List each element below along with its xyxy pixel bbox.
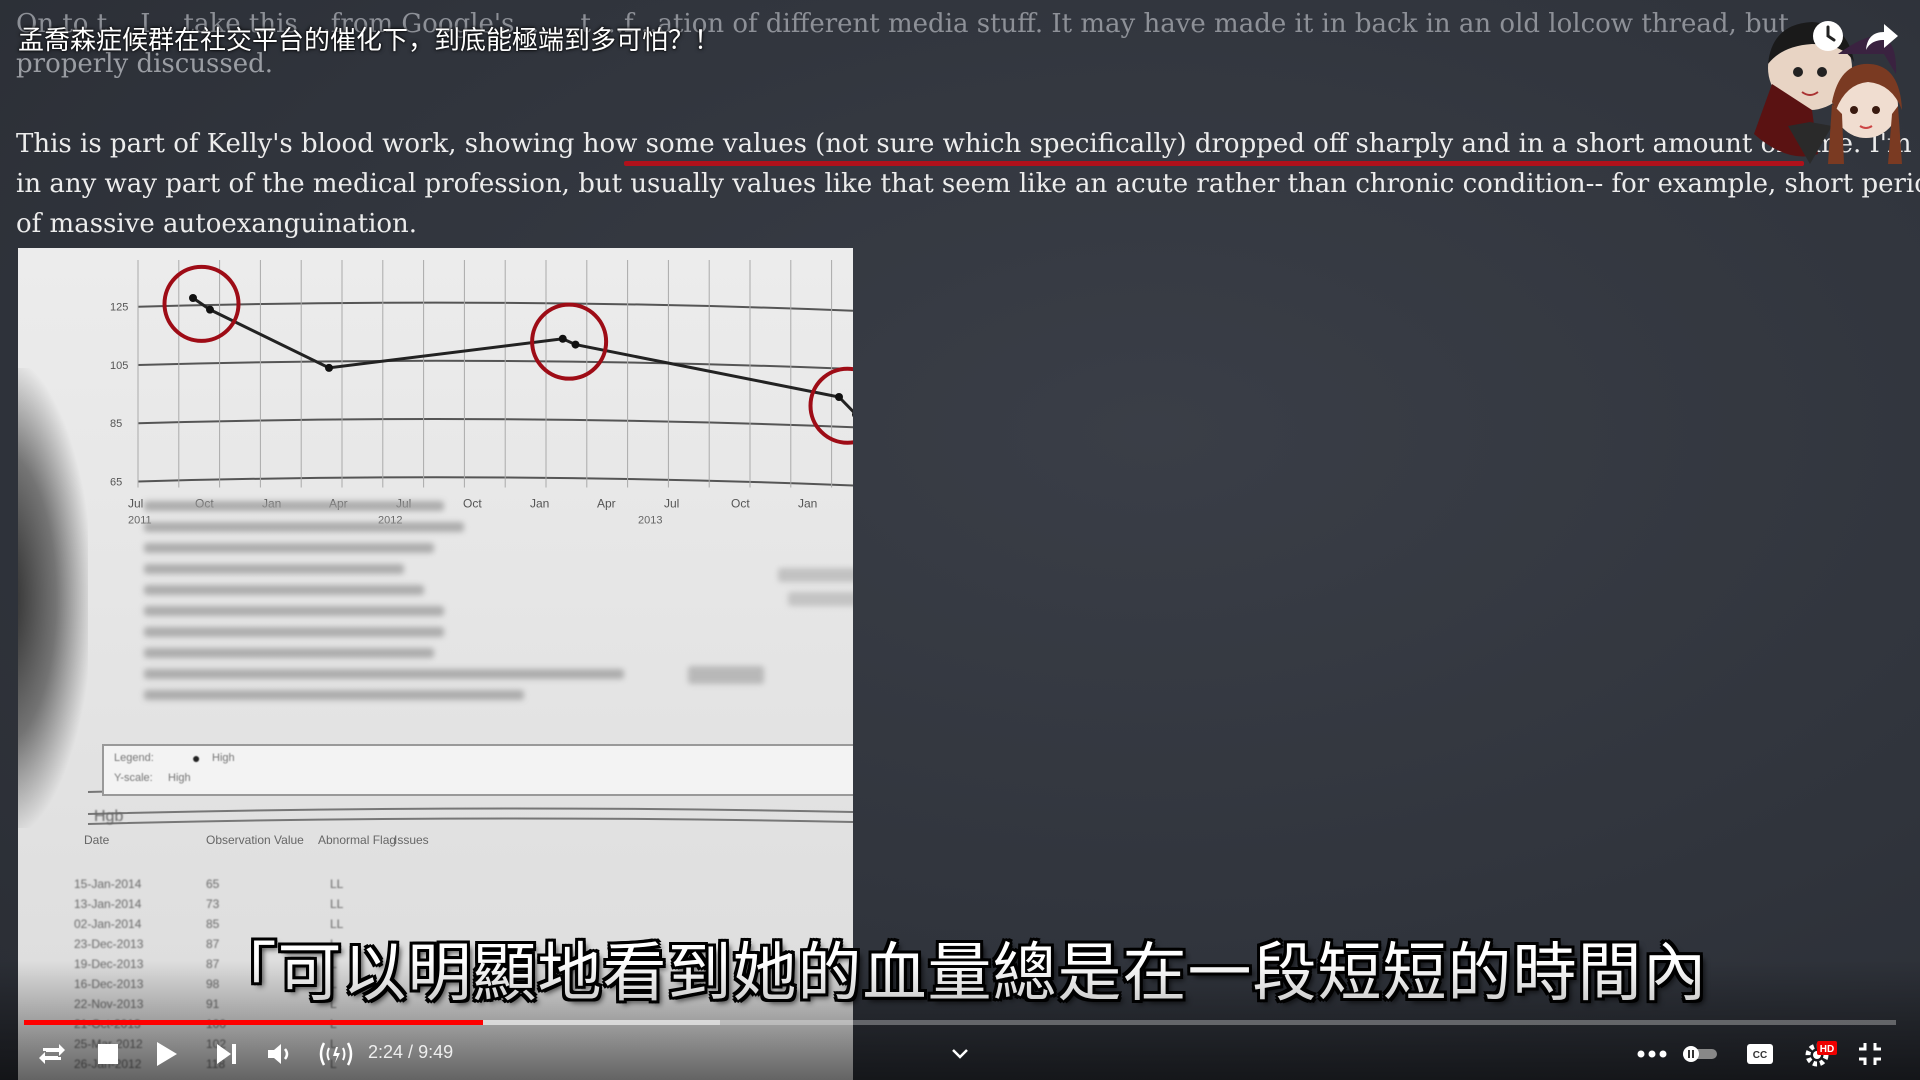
legend-label: Y-scale: [114, 772, 153, 784]
y-tick-label: 85 [110, 418, 122, 430]
table-cell: LL [330, 897, 344, 911]
play-icon[interactable] [148, 1036, 184, 1072]
time-separator: / [403, 1042, 419, 1062]
gridline [137, 301, 853, 312]
data-point [206, 305, 214, 314]
data-point [835, 393, 843, 401]
table-header: Observation Value [206, 833, 304, 847]
table-cell: 65 [206, 877, 220, 891]
data-point [558, 334, 567, 343]
chevron-down-icon[interactable] [944, 1036, 976, 1072]
slide-text-line: This is part of Kelly's blood work, show… [16, 129, 1920, 159]
x-tick-label: Jul [128, 496, 143, 510]
table-header: Issues [394, 833, 429, 847]
autoplay-toggle-icon[interactable] [1682, 1036, 1718, 1072]
x-year-label: 2013 [638, 514, 662, 526]
legend-label: Legend: [114, 752, 154, 764]
more-icon[interactable] [1634, 1036, 1670, 1072]
table-cell: 73 [206, 897, 220, 911]
data-point [325, 363, 333, 372]
separator-line [87, 807, 853, 815]
time-total: 9:49 [418, 1042, 454, 1062]
captions-icon[interactable]: CC [1742, 1036, 1778, 1072]
video-title[interactable]: 孟喬森症候群在社交平台的催化下，到底能極端到多可怕？！ [18, 20, 720, 57]
gridline [137, 476, 853, 487]
time-display: 2:24 / 9:49 [368, 1040, 453, 1064]
time-current: 2:24 [368, 1042, 404, 1062]
separator-line [87, 817, 853, 825]
svg-text:CC: CC [1753, 1050, 1767, 1061]
slide-text-line: in any way part of the medical professio… [16, 169, 1920, 199]
red-underline [624, 161, 1804, 166]
x-tick-label: Jan [530, 496, 549, 510]
x-tick-label: Oct [463, 496, 482, 510]
data-point [571, 340, 580, 349]
clock-icon[interactable] [1810, 18, 1846, 54]
volume-icon[interactable] [262, 1036, 298, 1072]
y-tick-label: 65 [110, 476, 122, 488]
legend-marker: ● [192, 750, 201, 766]
table-cell: LL [330, 877, 344, 891]
stop-icon[interactable] [90, 1036, 126, 1072]
table-cell: 15-Jan-2014 [74, 877, 142, 891]
gridline [137, 359, 853, 370]
legend-entry: High [168, 772, 191, 784]
y-tick-label: 105 [110, 360, 128, 372]
hd-badge: HD [1820, 1044, 1834, 1055]
cast-icon[interactable] [314, 1036, 358, 1072]
progress-played [24, 1020, 483, 1025]
y-tick-label: 125 [110, 302, 128, 314]
chart-legend: Legend: ● High Y-scale: High [102, 744, 853, 796]
x-tick-label: Jan [798, 496, 817, 510]
gridline [137, 418, 853, 429]
table-header: Date [84, 833, 110, 847]
x-tick-label: Apr [597, 496, 616, 510]
slide-text-line: of massive autoexanguination. [16, 209, 418, 239]
x-tick-label: Jul [664, 496, 679, 510]
exit-fullscreen-icon[interactable] [1852, 1036, 1888, 1072]
progress-bar[interactable] [24, 1020, 1896, 1025]
section-label: Hgb [94, 808, 124, 825]
legend-entry: High [212, 752, 235, 764]
series-line [192, 296, 853, 414]
table-cell: 13-Jan-2014 [74, 897, 142, 911]
video-player[interactable]: On to t... I... take this ...from Google… [0, 0, 1920, 1080]
table-header: Abnormal Flag [318, 833, 396, 847]
loop-icon[interactable] [34, 1036, 70, 1072]
data-point [189, 294, 197, 302]
x-tick-label: Oct [731, 496, 750, 510]
share-icon[interactable] [1864, 18, 1900, 54]
settings-icon[interactable]: HD [1800, 1036, 1840, 1072]
next-icon[interactable] [208, 1036, 244, 1072]
